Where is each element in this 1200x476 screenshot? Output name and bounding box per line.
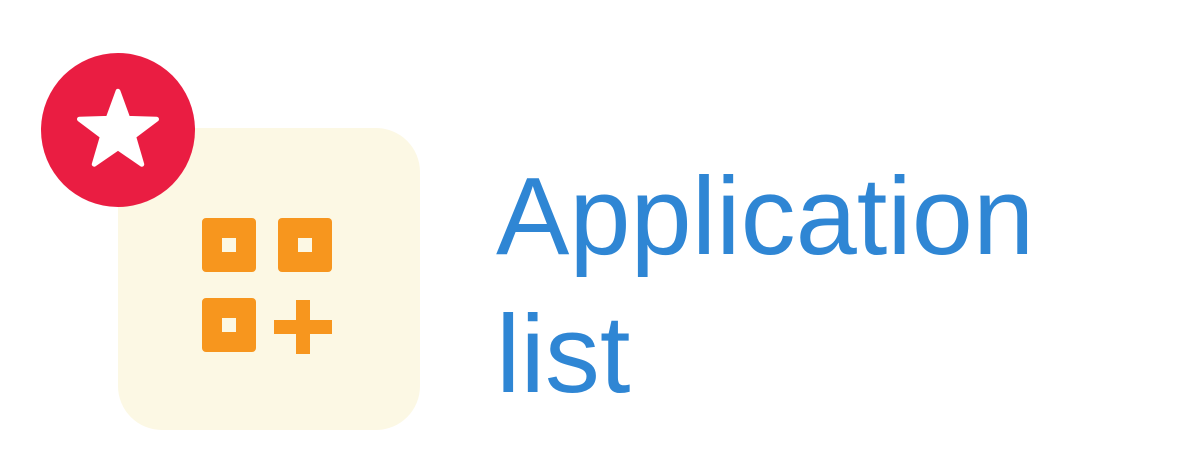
application-list-shortcut[interactable]: Application list (0, 0, 1200, 476)
app-label[interactable]: Application list (496, 148, 1176, 424)
star-icon (77, 88, 159, 167)
favorite-badge[interactable] (41, 53, 195, 207)
apps-grid-add-icon (202, 218, 332, 354)
